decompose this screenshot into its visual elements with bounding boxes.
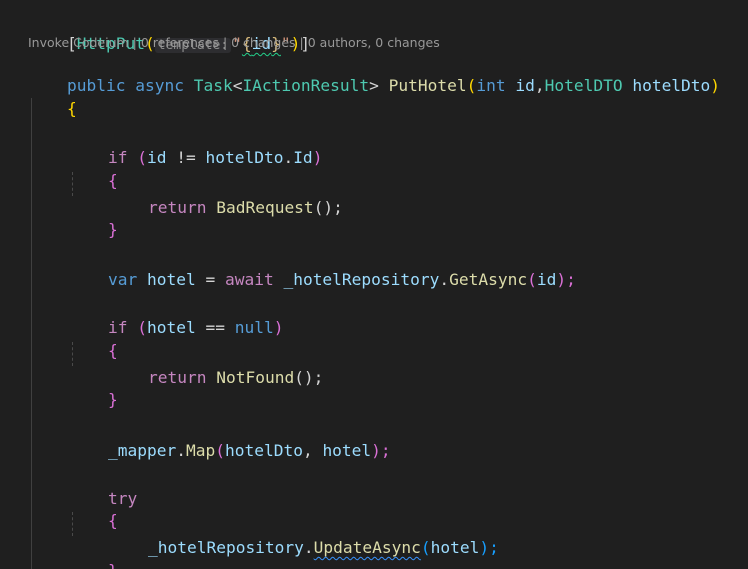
method-updateasync[interactable]: UpdateAsync bbox=[314, 538, 421, 557]
paren-close: ); bbox=[556, 270, 576, 289]
paren-close: ) bbox=[312, 148, 323, 167]
keyword-return: return bbox=[147, 368, 207, 387]
generic-open: < bbox=[232, 76, 243, 95]
method-notfound[interactable]: NotFound bbox=[216, 368, 294, 387]
code-line-mapper-map[interactable]: _mapper.Map(hotelDto, hotel); bbox=[69, 418, 391, 460]
paren-open: ( bbox=[137, 318, 147, 337]
comma: , bbox=[534, 76, 545, 95]
code-line-attribute[interactable]: [HttpPut(template: "{id}")] bbox=[28, 11, 310, 53]
var-id[interactable]: id bbox=[147, 148, 167, 167]
type-iactionresult[interactable]: IActionResult bbox=[242, 76, 369, 95]
keyword-await: await bbox=[224, 270, 274, 289]
var-hoteldto[interactable]: hotelDto bbox=[225, 441, 303, 460]
operator-eq: == bbox=[195, 318, 235, 337]
operator-assign: = bbox=[195, 270, 225, 289]
field-mapper[interactable]: _mapper bbox=[108, 441, 176, 460]
dot: . bbox=[176, 441, 186, 460]
type-task[interactable]: Task bbox=[194, 76, 233, 95]
paren-open: ( bbox=[137, 148, 147, 167]
brace-close: } bbox=[108, 561, 118, 569]
code-line-return-notfound[interactable]: return NotFound(); bbox=[109, 345, 323, 387]
method-name[interactable]: PutHotel bbox=[389, 76, 467, 95]
var-hotel[interactable]: hotel bbox=[322, 441, 371, 460]
method-map[interactable]: Map bbox=[186, 441, 215, 460]
code-line-try[interactable]: try bbox=[69, 466, 137, 508]
code-editor[interactable]: [HttpPut(template: "{id}")] Invoke Codeiu… bbox=[0, 0, 748, 569]
keyword-int: int bbox=[476, 76, 506, 95]
code-line-brace-close[interactable]: } bbox=[69, 197, 118, 239]
var-id[interactable]: id bbox=[537, 270, 557, 289]
call-parens: (); bbox=[294, 368, 324, 387]
paren-open: ( bbox=[466, 76, 477, 95]
type-hoteldto[interactable]: HotelDTO bbox=[545, 76, 623, 95]
paren-close: ); bbox=[479, 538, 499, 557]
var-hotel[interactable]: hotel bbox=[431, 538, 480, 557]
code-line-return-badrequest[interactable]: return BadRequest(); bbox=[109, 175, 343, 217]
comma: , bbox=[302, 441, 323, 460]
codelens[interactable]: Invoke Codeium | 0 references | 0 change… bbox=[28, 35, 440, 51]
property-id[interactable]: Id bbox=[293, 148, 313, 167]
field-hotelrepository[interactable]: _hotelRepository bbox=[283, 270, 439, 289]
paren-close: ) bbox=[273, 318, 284, 337]
indent-guide bbox=[31, 98, 32, 569]
brace-close: } bbox=[107, 390, 118, 409]
code-line-brace-open[interactable]: { bbox=[69, 318, 118, 360]
paren-open: ( bbox=[420, 538, 431, 557]
dot: . bbox=[283, 148, 294, 167]
code-line-brace-close[interactable]: } bbox=[69, 538, 118, 569]
operator-neq: != bbox=[166, 148, 206, 167]
dot: . bbox=[303, 538, 314, 557]
call-parens: (); bbox=[313, 198, 343, 217]
brace-close: } bbox=[107, 220, 118, 239]
keyword-var: var bbox=[107, 270, 138, 289]
var-hotel[interactable]: hotel bbox=[147, 270, 196, 289]
paren-close: ); bbox=[371, 441, 391, 460]
code-line-brace-open[interactable]: { bbox=[28, 76, 77, 118]
generic-close: > bbox=[369, 76, 379, 95]
brace-open: { bbox=[66, 99, 77, 118]
keyword-null: null bbox=[234, 318, 274, 337]
code-line-brace-open[interactable]: { bbox=[69, 148, 118, 190]
field-hotelrepository[interactable]: _hotelRepository bbox=[148, 538, 304, 557]
code-line-signature[interactable]: public async Task<IActionResult> PutHote… bbox=[28, 53, 720, 95]
dot: . bbox=[439, 270, 450, 289]
keyword-async: async bbox=[135, 76, 184, 95]
code-line-var-hotel[interactable]: var hotel = await _hotelRepository.GetAs… bbox=[69, 247, 576, 289]
method-badrequest[interactable]: BadRequest bbox=[216, 198, 313, 217]
code-line-update-async[interactable]: _hotelRepository.UpdateAsync(hotel); bbox=[109, 515, 499, 557]
code-line-if-null[interactable]: if (hotel == null) bbox=[69, 295, 283, 337]
paren-open: ( bbox=[215, 441, 225, 460]
param-id[interactable]: id bbox=[515, 76, 535, 95]
method-getasync[interactable]: GetAsync bbox=[449, 270, 527, 289]
code-line-if-id[interactable]: if (id != hotelDto.Id) bbox=[69, 125, 322, 167]
param-hoteldto[interactable]: hotelDto bbox=[632, 76, 710, 95]
code-line-brace-open[interactable]: { bbox=[69, 488, 118, 530]
paren-close: ) bbox=[710, 76, 721, 95]
paren-open: ( bbox=[527, 270, 537, 289]
var-hotel[interactable]: hotel bbox=[147, 318, 196, 337]
keyword-return: return bbox=[147, 198, 207, 217]
code-line-brace-close[interactable]: } bbox=[69, 367, 118, 409]
var-hoteldto[interactable]: hotelDto bbox=[205, 148, 283, 167]
